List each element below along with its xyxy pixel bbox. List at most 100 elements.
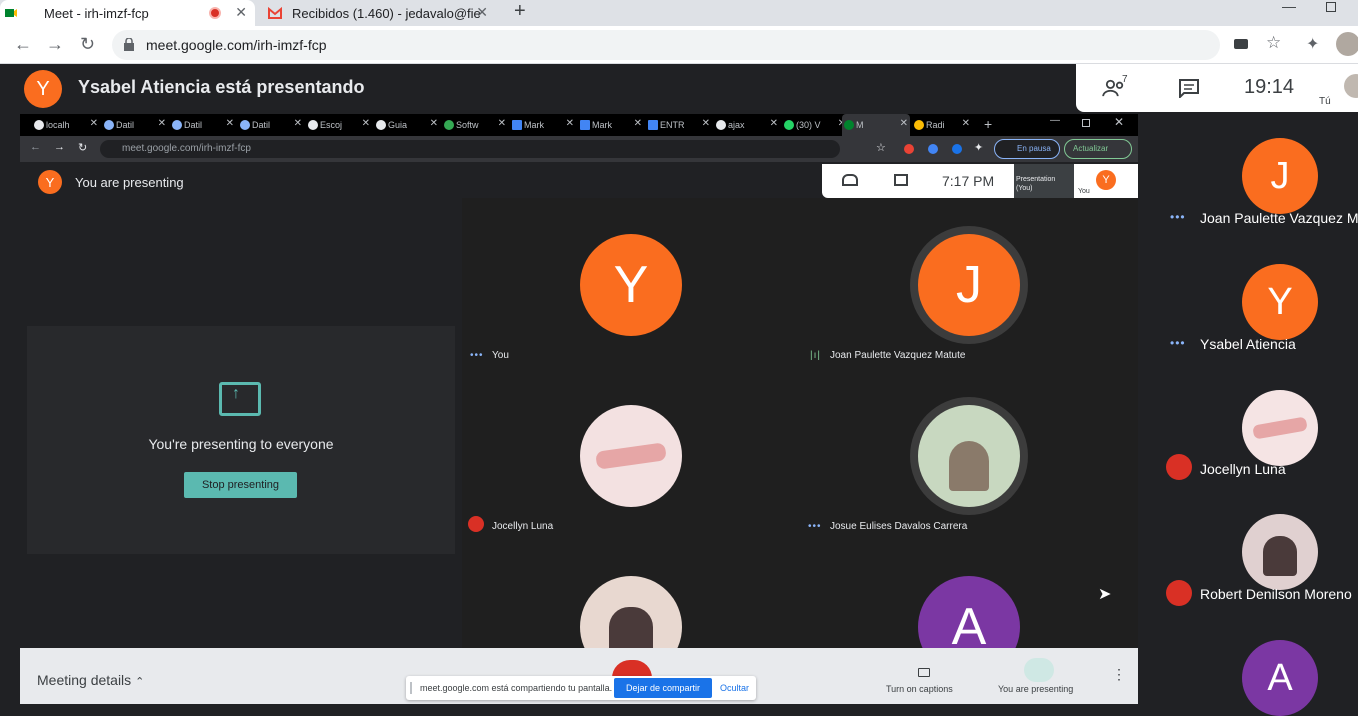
participant-avatar-ysabel: Y [1242, 264, 1318, 340]
shared-tab: Mark ✕ [510, 117, 576, 133]
close-icon: ✕ [633, 118, 642, 129]
meet-bottom-bar: Meeting details ⌃ meet.google.com está c… [20, 648, 1138, 704]
reload-icon[interactable]: ↻ [80, 34, 95, 55]
shared-minimize-icon: — [1050, 115, 1060, 126]
shared-ext-icon [952, 144, 962, 154]
docs-icon [580, 120, 590, 130]
shared-close-icon: ✕ [1114, 115, 1125, 129]
close-icon: ✕ [361, 118, 370, 129]
close-icon: ✕ [225, 118, 234, 129]
shared-forward-icon: → [54, 141, 65, 153]
close-icon: ✕ [565, 118, 574, 129]
shared-tab: Radi ✕ [912, 117, 972, 133]
shared-tab-bar: localh ✕ Datil ✕ Datil ✕ Datil ✕ Escoj ✕ Guia… [20, 114, 1138, 136]
tile-name: Joan Paulette Vazquez Matute [830, 350, 966, 361]
shared-tab: Mark ✕ [578, 117, 644, 133]
url-text: meet.google.com/irh-imzf-fcp [146, 37, 327, 53]
shared-reload-icon: ↻ [78, 142, 88, 154]
back-arrow-icon[interactable]: ← [14, 34, 32, 55]
presenting-panel: ↑ You're presenting to everyone Stop pre… [27, 326, 455, 554]
close-tab-icon[interactable]: ✕ [235, 4, 247, 21]
shared-tab: ENTR ✕ [646, 117, 712, 133]
shared-tab: ajax ✕ [714, 117, 780, 133]
presenter-avatar: Y [24, 70, 62, 108]
you-label: Tú [1319, 96, 1331, 107]
tile-avatar-josue [918, 405, 1020, 507]
datil-icon [172, 120, 182, 130]
shared-ext-icon [928, 144, 938, 154]
participant-avatar-a: A [1242, 640, 1318, 716]
shared-top-bar: 7:17 PM Presentation (You) Y You [822, 164, 1138, 198]
participant-panel: J ••• Joan Paulette Vazquez M Y ••• Ysab… [1158, 112, 1358, 716]
close-icon: ✕ [769, 118, 778, 129]
close-icon: ✕ [293, 118, 302, 129]
shared-tab: Datil ✕ [238, 117, 304, 133]
tile-avatar-you: Y [580, 234, 682, 336]
present-screen-icon: ↑ [219, 382, 261, 416]
camera-icon[interactable] [1234, 39, 1248, 49]
close-icon: ✕ [961, 118, 970, 129]
google-icon [716, 120, 726, 130]
participant-count: 7 [1122, 74, 1128, 85]
shared-address-bar: ← → ↻ meet.google.com/irh-imzf-fcp ☆ ✦ E… [20, 136, 1138, 162]
shared-ext-icon [904, 144, 914, 154]
shared-star-icon: ☆ [876, 142, 886, 154]
chat-icon[interactable] [1178, 78, 1200, 98]
more-dots-icon[interactable]: ••• [1170, 210, 1186, 224]
shared-new-tab-icon: + [984, 116, 993, 132]
radio-icon [914, 120, 924, 130]
audio-level-icon: |ı| [810, 350, 821, 361]
shared-restore-icon [1082, 119, 1090, 127]
shared-presenter-avatar: Y [38, 170, 62, 194]
participant-name: Robert Denilson Moreno [1200, 586, 1352, 602]
tab-meet[interactable]: Meet - irh-imzf-fcp ✕ [0, 0, 255, 26]
drive-icon [444, 120, 454, 130]
globe-icon [308, 120, 318, 130]
participant-avatar-jocellyn [1242, 390, 1318, 466]
mic-off-icon [1166, 454, 1192, 480]
presenting-to-everyone-text: You're presenting to everyone [148, 436, 334, 452]
shared-tab: Softw ✕ [442, 117, 508, 133]
extensions-icon[interactable]: ✦ [1306, 34, 1319, 54]
profile-avatar[interactable] [1336, 32, 1358, 56]
docs-icon [648, 120, 658, 130]
participant-grid: Y ••• You J |ı| Joan Paulette Vazquez Ma… [462, 198, 1138, 678]
lock-icon [124, 38, 134, 51]
more-options-icon: ⋮ [1112, 666, 1126, 682]
shared-tab: Datil ✕ [170, 117, 236, 133]
close-tab-icon[interactable]: ✕ [476, 4, 488, 21]
captions-icon [918, 668, 930, 677]
shared-screen: localh ✕ Datil ✕ Datil ✕ Datil ✕ Escoj ✕ Guia… [20, 114, 1138, 704]
restore-button[interactable] [1326, 2, 1336, 12]
meet-icon [5, 9, 17, 17]
url-field[interactable]: meet.google.com/irh-imzf-fcp [112, 30, 1220, 60]
tile-avatar-joan: J [918, 234, 1020, 336]
shared-back-icon: ← [30, 141, 41, 153]
tile-name: Jocellyn Luna [492, 521, 554, 532]
globe-icon [376, 120, 386, 130]
chevron-up-icon: ⌃ [135, 676, 145, 688]
minimize-button[interactable]: — [1282, 0, 1296, 14]
tile-name: You [492, 350, 509, 361]
whatsapp-icon [784, 120, 794, 130]
more-dots-icon[interactable]: ••• [1170, 336, 1186, 350]
star-icon[interactable]: ☆ [1266, 33, 1281, 53]
globe-icon [34, 120, 44, 130]
shared-people-icon [842, 174, 858, 186]
tile-avatar-jocellyn [580, 405, 682, 507]
participant-name: Joan Paulette Vazquez M [1200, 210, 1358, 226]
shared-tab: (30) V✕ [782, 117, 848, 133]
address-bar: ← → ↻ meet.google.com/irh-imzf-fcp ☆ ✦ [0, 26, 1358, 64]
mouse-cursor-icon: ➤ [1098, 586, 1112, 603]
new-tab-button[interactable]: + [514, 0, 526, 23]
shared-tab: localh ✕ [32, 117, 100, 133]
shared-update-button: Actualizar [1064, 139, 1132, 159]
close-icon: ✕ [497, 118, 506, 129]
mic-off-icon [468, 516, 484, 532]
tab-title: Meet - irh-imzf-fcp [44, 5, 149, 21]
tab-gmail[interactable]: Recibidos (1.460) - jedavalo@fie ✕ [258, 0, 498, 26]
forward-arrow-icon[interactable]: → [46, 34, 64, 55]
datil-icon [104, 120, 114, 130]
close-icon: ✕ [701, 118, 710, 129]
tile-name: Josue Eulises Davalos Carrera [830, 521, 968, 532]
